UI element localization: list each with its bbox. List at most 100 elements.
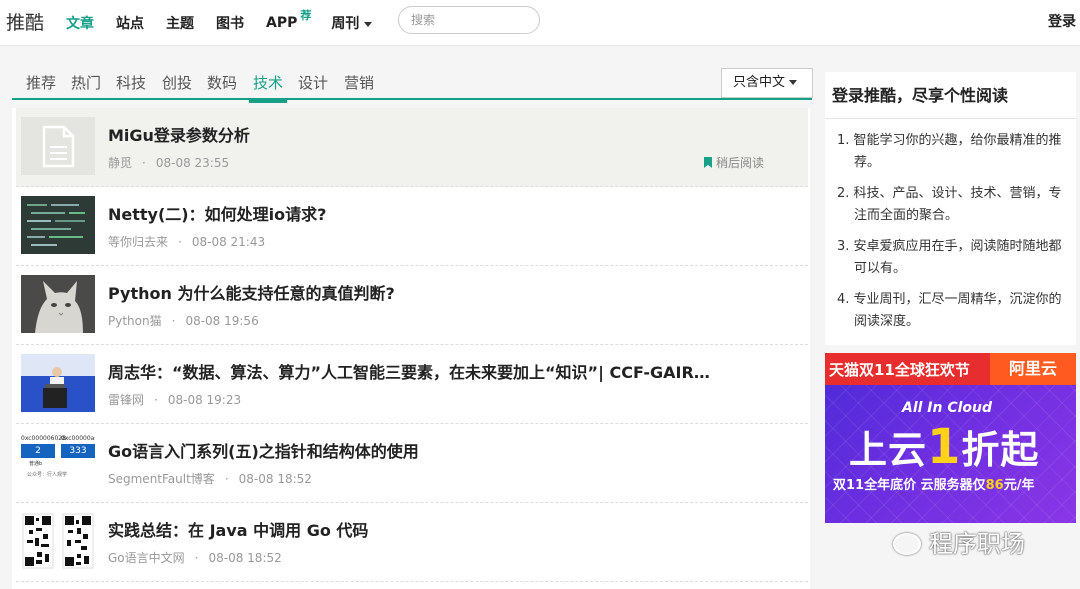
read-later-label: 稍后阅读 bbox=[715, 156, 764, 170]
divider bbox=[825, 118, 1076, 119]
ad-header: 天猫双11全球狂欢节 阿里云 bbox=[825, 353, 1076, 385]
article-title[interactable]: 实践总结：在 Java 中调用 Go 代码 bbox=[108, 517, 368, 541]
article-thumbnail bbox=[21, 117, 95, 175]
login-link[interactable]: 登录 bbox=[1048, 11, 1076, 31]
thumb-caption: 公众号：行人观学 bbox=[27, 472, 68, 478]
article-source[interactable]: 雷锋网 bbox=[108, 393, 144, 407]
list-item: 3. 安卓爱疯应用在手，阅读随时随地都可以有。 bbox=[837, 239, 1062, 276]
wechat-watermark: 程序职场 bbox=[893, 524, 1025, 559]
nav-weekly[interactable]: 周刊 bbox=[331, 13, 373, 33]
ad-sub-b: 元/年 bbox=[1003, 478, 1035, 493]
thumb-address-2: 0xc00000a0e0 bbox=[61, 435, 95, 442]
article-source[interactable]: SegmentFault博客 bbox=[108, 472, 215, 486]
article-date: 08-08 19:56 bbox=[185, 314, 259, 328]
article-row[interactable]: 实践总结：在 Java 中调用 Go 代码 Go语言中文网 · 08-08 18:5… bbox=[16, 503, 808, 582]
article-source[interactable]: Go语言中文网 bbox=[108, 551, 185, 565]
nav-weekly-label: 周刊 bbox=[331, 16, 360, 32]
ad-sub-a: 双11全年底价 云服务器仅 bbox=[833, 478, 986, 493]
site-logo[interactable]: 推酷 bbox=[6, 8, 44, 35]
ad-headline-number: 1 bbox=[927, 419, 962, 475]
list-item: 1. 智能学习你的兴趣，给你最精准的推荐。 bbox=[837, 133, 1062, 170]
tab-hot[interactable]: 热门 bbox=[71, 72, 101, 93]
nav-topics[interactable]: 主题 bbox=[166, 13, 194, 33]
thumb-address-1: 0xc000006028 bbox=[21, 435, 66, 442]
article-list: MiGu登录参数分析 静觅 · 08-08 23:55 稍后阅读 Netty(二)：… bbox=[12, 108, 810, 589]
tab-recommend[interactable]: 推荐 bbox=[26, 72, 56, 93]
tab-digital[interactable]: 数码 bbox=[207, 72, 237, 93]
tab-marketing[interactable]: 营销 bbox=[344, 72, 374, 93]
category-tabs: 推荐 热门 科技 创投 数码 技术 设计 营销 bbox=[12, 66, 812, 103]
login-promo-panel: 登录推酷，尽享个性阅读 1. 智能学习你的兴趣，给你最精准的推荐。 2. 科技、… bbox=[825, 72, 1076, 345]
nav-app[interactable]: APP 荐 bbox=[266, 9, 311, 31]
tab-technology[interactable]: 技术 bbox=[248, 72, 288, 103]
search-input[interactable]: 搜索 bbox=[398, 6, 540, 34]
watermark-text: 程序职场 bbox=[929, 530, 1025, 558]
ad-headline: 上云1折起 bbox=[849, 419, 1039, 475]
article-row[interactable]: 周志华：“数据、算法、算力”人工智能三要素，在未来要加上“知识”| CCF-GA… bbox=[16, 345, 808, 424]
list-item: 2. 科技、产品、设计、技术、营销，专注而全面的聚合。 bbox=[837, 186, 1062, 223]
promo-benefit-list: 1. 智能学习你的兴趣，给你最精准的推荐。 2. 科技、产品、设计、技术、营销，… bbox=[837, 130, 1069, 342]
promo-title: 登录推酷，尽享个性阅读 bbox=[832, 86, 1009, 105]
tab-startup[interactable]: 创投 bbox=[162, 72, 192, 93]
article-thumbnail bbox=[21, 275, 95, 333]
article-row[interactable]: 0xc000006028 0xc00000a0e0 2 333 普通b 公众号：… bbox=[16, 424, 808, 503]
nav-sites[interactable]: 站点 bbox=[116, 13, 144, 33]
cat-photo-image bbox=[21, 275, 95, 333]
article-meta: Python猫 · 08-08 19:56 bbox=[108, 314, 259, 328]
article-source[interactable]: Python猫 bbox=[108, 314, 162, 328]
article-meta: 等你归去来 · 08-08 21:43 bbox=[108, 235, 266, 249]
article-meta: Go语言中文网 · 08-08 18:52 bbox=[108, 551, 282, 565]
article-title[interactable]: Python 为什么能支持任意的真值判断? bbox=[108, 280, 395, 304]
article-row[interactable]: MiGu登录参数分析 静觅 · 08-08 23:55 稍后阅读 bbox=[16, 108, 808, 187]
article-meta: SegmentFault博客 · 08-08 18:52 bbox=[108, 472, 312, 486]
main-nav: 文章 站点 主题 图书 APP 荐 周刊 bbox=[66, 0, 394, 46]
wechat-icon bbox=[893, 533, 921, 555]
thumb-value-2: 333 bbox=[61, 444, 95, 458]
article-title[interactable]: Netty(二)：如何处理io请求? bbox=[108, 201, 326, 225]
ad-event-text: 天猫双11全球狂欢节 bbox=[829, 361, 970, 379]
nav-app-label: APP bbox=[266, 15, 298, 31]
ad-headline-a: 上云 bbox=[849, 428, 928, 472]
article-thumbnail: 0xc000006028 0xc00000a0e0 2 333 普通b 公众号：… bbox=[21, 433, 95, 491]
ad-subline: 双11全年底价 云服务器仅86元/年 bbox=[833, 474, 1034, 493]
ad-headline-b: 折起 bbox=[961, 428, 1040, 472]
article-row[interactable]: Python 为什么能支持任意的真值判断? Python猫 · 08-08 19:5… bbox=[16, 266, 808, 345]
nav-books[interactable]: 图书 bbox=[216, 13, 244, 33]
qr-code-image bbox=[22, 513, 94, 569]
recommend-badge: 荐 bbox=[300, 9, 312, 22]
speaker-photo-image bbox=[21, 354, 95, 412]
article-meta: 雷锋网 · 08-08 19:23 bbox=[108, 393, 242, 407]
article-title[interactable]: 周志华：“数据、算法、算力”人工智能三要素，在未来要加上“知识”| CCF-GA… bbox=[108, 359, 710, 383]
bookmark-icon bbox=[703, 157, 712, 168]
nav-articles[interactable]: 文章 bbox=[66, 13, 94, 33]
thumb-var-label: 普通b bbox=[29, 461, 43, 467]
language-filter-dropdown[interactable]: 只含中文 bbox=[721, 68, 813, 98]
article-date: 08-08 23:55 bbox=[155, 156, 230, 170]
ad-brand: 阿里云 bbox=[990, 353, 1076, 385]
ad-price: 86 bbox=[985, 478, 1004, 493]
document-icon bbox=[42, 125, 75, 168]
chevron-down-icon bbox=[364, 21, 373, 27]
article-source[interactable]: 静觅 bbox=[108, 156, 132, 170]
top-navbar: 推酷 文章 站点 主题 图书 APP 荐 周刊 搜索 登录 bbox=[0, 0, 1080, 46]
code-screenshot-image bbox=[27, 204, 85, 246]
article-thumbnail bbox=[21, 196, 95, 254]
article-thumbnail bbox=[21, 512, 95, 570]
article-title[interactable]: MiGu登录参数分析 bbox=[108, 122, 250, 146]
list-item: 4. 专业周刊，汇尽一周精华，沉淀你的阅读深度。 bbox=[837, 292, 1062, 329]
ad-tagline: All In Cloud bbox=[902, 400, 993, 416]
article-date: 08-08 18:52 bbox=[238, 472, 312, 486]
article-title[interactable]: Go语言入门系列(五)之指针和结构体的使用 bbox=[108, 438, 419, 462]
chevron-down-icon bbox=[789, 80, 798, 85]
tab-tech-news[interactable]: 科技 bbox=[116, 72, 146, 93]
article-date: 08-08 19:23 bbox=[167, 393, 242, 407]
article-row[interactable]: Netty(二)：如何处理io请求? 等你归去来 · 08-08 21:43 bbox=[16, 187, 808, 266]
tab-design[interactable]: 设计 bbox=[298, 72, 328, 93]
article-date: 08-08 21:43 bbox=[191, 235, 266, 249]
aliyun-ad-banner[interactable]: 天猫双11全球狂欢节 阿里云 All In Cloud 上云1折起 双11全年底… bbox=[825, 353, 1076, 523]
article-date: 08-08 18:52 bbox=[208, 551, 282, 565]
article-meta: 静觅 · 08-08 23:55 bbox=[108, 156, 230, 170]
article-thumbnail bbox=[21, 354, 95, 412]
read-later-button[interactable]: 稍后阅读 bbox=[703, 154, 764, 171]
article-source[interactable]: 等你归去来 bbox=[108, 235, 168, 249]
